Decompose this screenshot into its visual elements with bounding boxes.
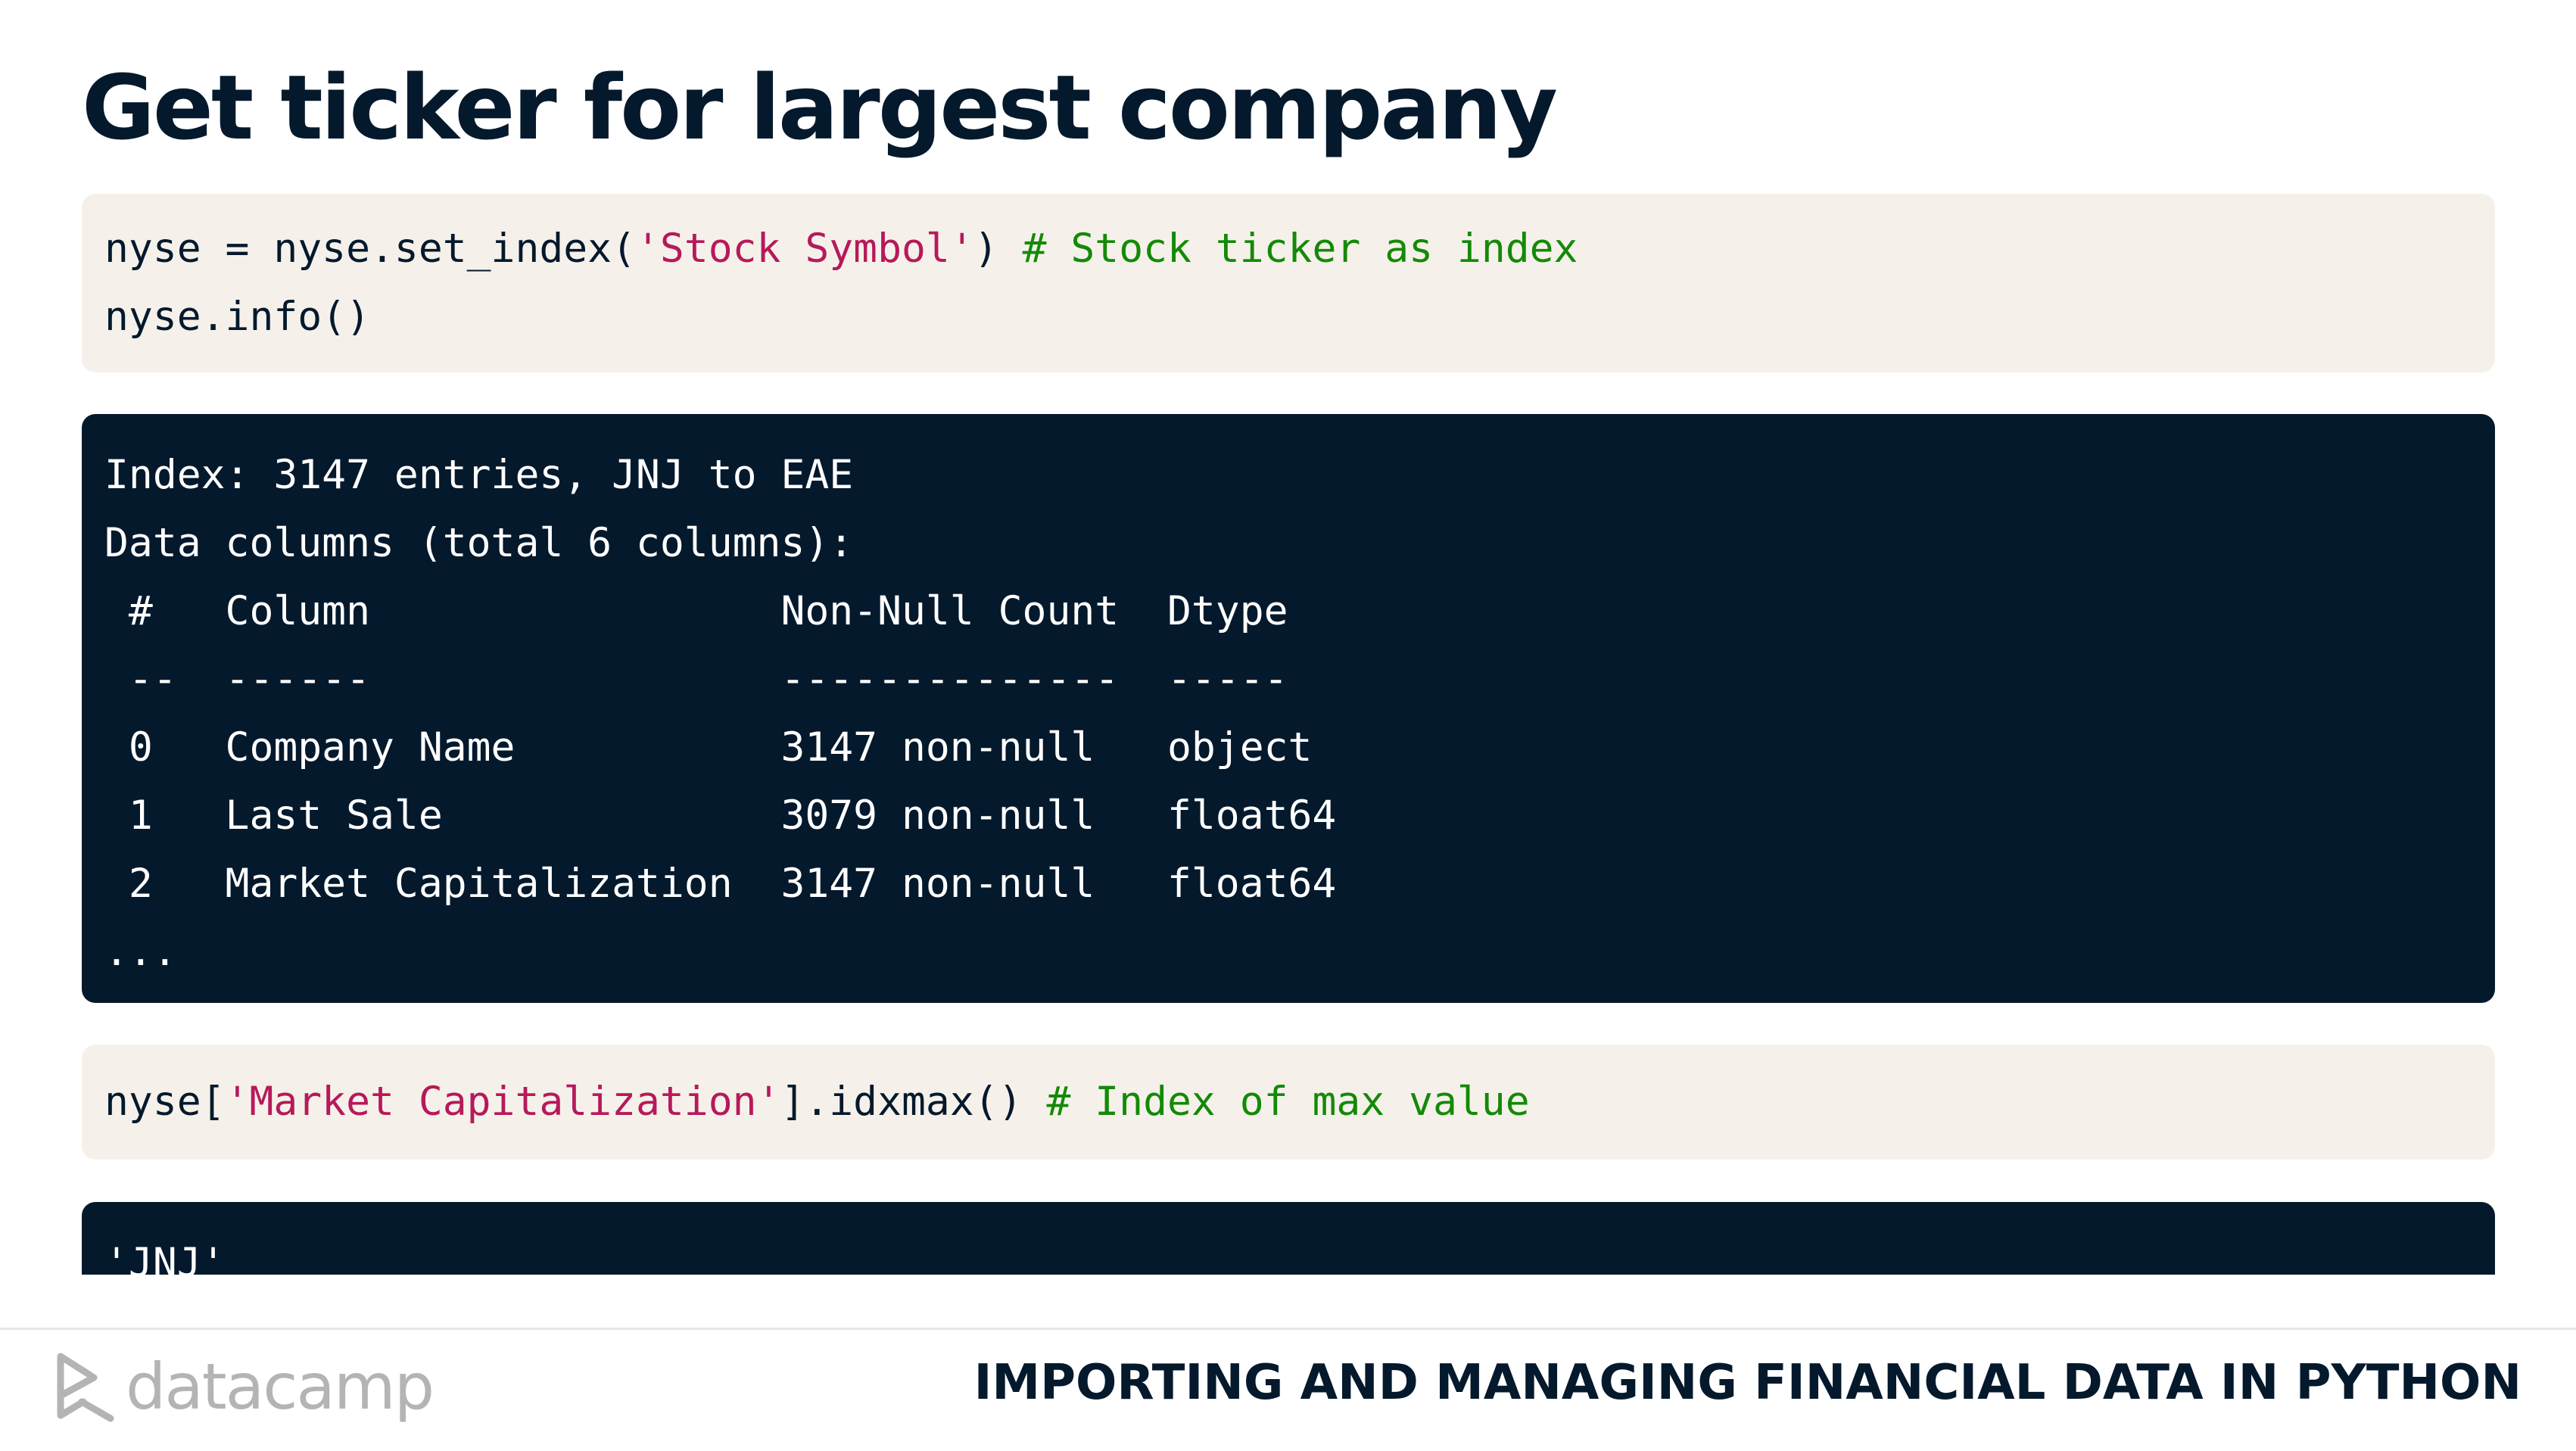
code-comment: # Stock ticker as index [1022,226,1578,272]
output-line: Data columns (total 6 columns): [104,520,854,566]
output-block-idxmax: 'JNJ' [82,1202,2495,1275]
code-string: 'Stock Symbol' [636,226,974,272]
footer-divider [0,1328,2576,1330]
code-line: nyse = nyse.set_index('Stock Symbol') # … [104,215,2495,283]
output-line: 1 Last Sale 3079 non-null float64 [104,792,1337,839]
output-line: ... [104,929,177,975]
code-block-set-index: nyse = nyse.set_index('Stock Symbol') # … [82,194,2495,372]
output-block-info: Index: 3147 entries, JNJ to EAE Data colu… [82,414,2495,1003]
code-text: nyse = nyse.set_index( [104,226,636,272]
code-line: nyse.info() [104,294,370,340]
output-line: # Column Non-Null Count Dtype [104,588,1337,634]
code-text: ) [973,226,1023,272]
code-text: ].idxmax() [780,1079,1047,1125]
output-line: 0 Company Name 3147 non-null object [104,724,1337,771]
output-line: 'JNJ' [104,1240,226,1275]
course-title: IMPORTING AND MANAGING FINANCIAL DATA IN… [973,1355,2521,1411]
datacamp-logo: datacamp [55,1349,435,1425]
slide-title: Get ticker for largest company [82,55,1558,160]
output-line: 2 Market Capitalization 3147 non-null fl… [104,861,1337,907]
code-block-idxmax: nyse['Market Capitalization'].idxmax() #… [82,1045,2495,1160]
datacamp-wordmark: datacamp [126,1350,435,1424]
code-string: 'Market Capitalization' [225,1079,781,1125]
code-text: nyse[ [104,1079,226,1125]
code-line: nyse['Market Capitalization'].idxmax() #… [104,1068,2495,1136]
code-comment: # Index of max value [1046,1079,1530,1125]
datacamp-logo-icon [57,1353,114,1422]
output-line: -- ------ -------------- ----- [104,656,1337,702]
output-line: Index: 3147 entries, JNJ to EAE [104,452,854,498]
